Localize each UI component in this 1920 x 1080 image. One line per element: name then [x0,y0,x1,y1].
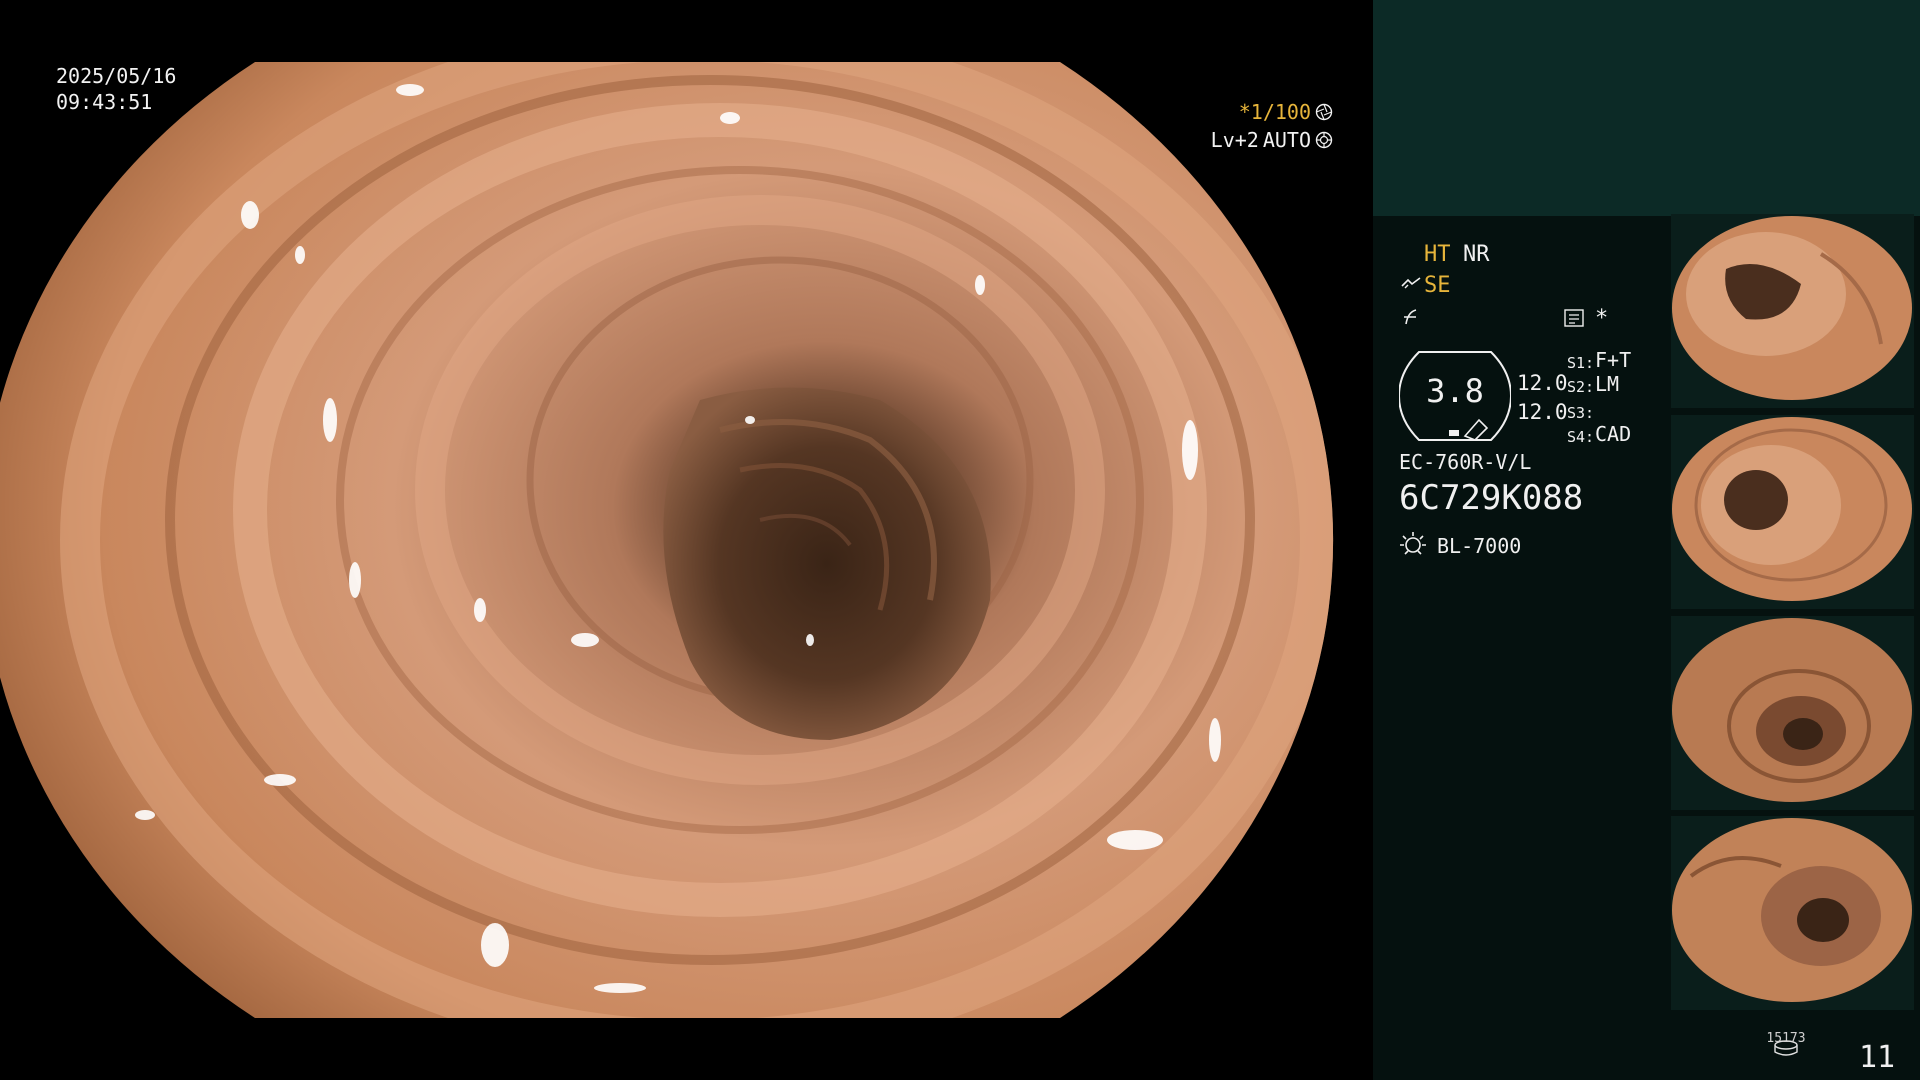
endoscope-main-view: 2025/05/16 09:43:51 *1/100 Lv+2 AUTO [0,0,1373,1080]
switch-1-value: F+T [1595,348,1632,372]
switch-2-value: LM [1595,372,1620,396]
switch-1-label: S1: [1567,354,1595,372]
thumbnail-2[interactable] [1671,415,1914,609]
switch-4-label: S4: [1567,428,1595,446]
switch-4-value: CAD [1595,422,1632,446]
date-text: 2025/05/16 [56,64,177,88]
star-indicator: * [1595,306,1609,331]
switch-2-label: S2: [1567,378,1595,396]
exposure-mode-text: AUTO [1262,128,1311,152]
level-text: Lv+2 [1210,128,1259,152]
thumbnail-4[interactable] [1671,816,1914,1010]
memo-icon [1564,309,1584,327]
thumbnail-3[interactable] [1671,616,1914,810]
flash-icon [1404,309,1417,325]
panel-header-area [1373,0,1920,216]
scope-serial: 6C729K088 [1399,478,1584,518]
thumbnail-1-image [1672,216,1912,400]
scope-tip-icon [1401,277,1421,289]
thumbnail-1[interactable] [1671,214,1914,408]
iris-icon [1315,131,1333,149]
exposure-level-display: Lv+2 AUTO [1211,127,1333,153]
thumbnail-4-image [1672,818,1912,1002]
page-number: 11 [1859,1040,1896,1075]
date-time-display: 2025/05/16 09:43:51 [56,63,176,115]
nr-indicator: NR [1463,242,1490,267]
se-indicator: SE [1424,273,1451,298]
image-count: 15173 [1766,1031,1806,1046]
value-a: 12.0 [1517,371,1568,395]
gauge-value: 3.8 [1426,372,1484,410]
thumbnail-2-image [1672,417,1912,601]
thumbnail-3-image [1672,618,1912,802]
shutter-speed-display: *1/100 [1239,99,1333,125]
light-source-icon [1400,532,1426,555]
light-source-model: BL-7000 [1437,534,1522,558]
switch-3-label: S3: [1567,404,1595,422]
ht-indicator: HT [1424,242,1451,267]
shutter-speed-text: *1/100 [1238,100,1311,124]
colon-lumen-image [0,62,1334,1018]
scope-model: EC-760R-V/L [1399,450,1532,474]
value-b: 12.0 [1517,400,1568,424]
time-text: 09:43:51 [56,90,153,114]
aperture-icon [1315,103,1333,121]
